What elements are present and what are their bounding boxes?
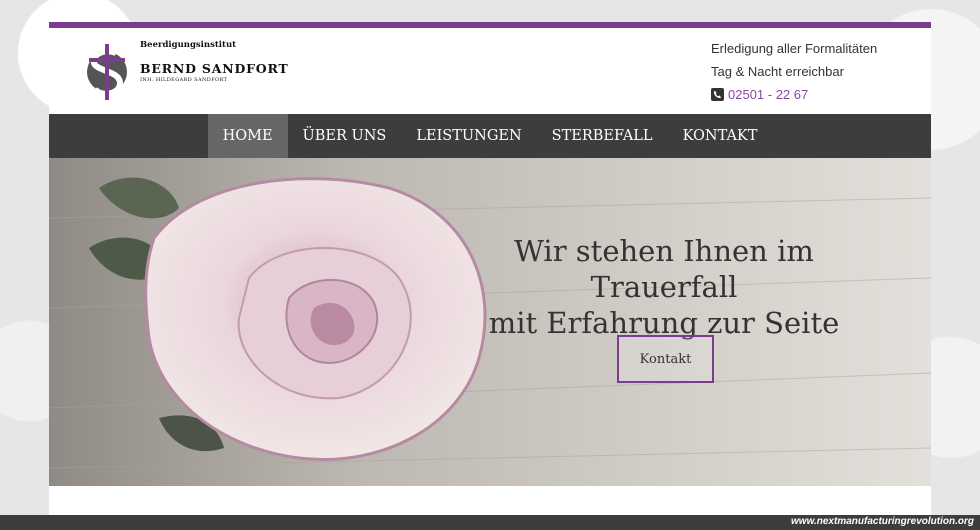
phone-number[interactable]: 02501 - 22 67 (728, 83, 808, 106)
brand-name: BERND SANDFORT (140, 61, 289, 76)
header-contact: Erledigung aller Formalitäten Tag & Nach… (711, 37, 877, 106)
brand-owner: INH. HILDEGARD SANDFORT (140, 77, 228, 83)
logo-icon[interactable] (86, 41, 128, 103)
hero-title-line1: Wir stehen Ihnen im Trauerfall (514, 234, 814, 304)
nav-item-sterbefall[interactable]: STERBEFALL (537, 114, 668, 158)
site-header: Beerdigungsinstitut BERND SANDFORT INH. … (49, 28, 931, 114)
nav-item-leistungen[interactable]: LEISTUNGEN (401, 114, 536, 158)
hero-banner: Wir stehen Ihnen im Trauerfall mit Erfah… (49, 158, 931, 486)
contact-phone[interactable]: 02501 - 22 67 (711, 83, 877, 106)
nav-item-kontakt[interactable]: KONTAKT (668, 114, 773, 158)
main-nav: HOME ÜBER UNS LEISTUNGEN STERBEFALL KONT… (49, 114, 931, 158)
brand-subtitle: Beerdigungsinstitut (140, 40, 237, 50)
hero-title: Wir stehen Ihnen im Trauerfall mit Erfah… (439, 233, 889, 341)
phone-icon (711, 88, 724, 101)
brand[interactable]: Beerdigungsinstitut BERND SANDFORT INH. … (140, 40, 289, 83)
kontakt-button[interactable]: Kontakt (617, 335, 714, 383)
page: Beerdigungsinstitut BERND SANDFORT INH. … (49, 22, 931, 530)
watermark-text: www.nextmanufacturingrevolution.org (791, 516, 974, 527)
nav-item-home[interactable]: HOME (207, 114, 288, 158)
nav-item-ueber-uns[interactable]: ÜBER UNS (288, 114, 402, 158)
contact-availability: Tag & Nacht erreichbar (711, 64, 844, 79)
contact-formalities: Erledigung aller Formalitäten (711, 41, 878, 56)
